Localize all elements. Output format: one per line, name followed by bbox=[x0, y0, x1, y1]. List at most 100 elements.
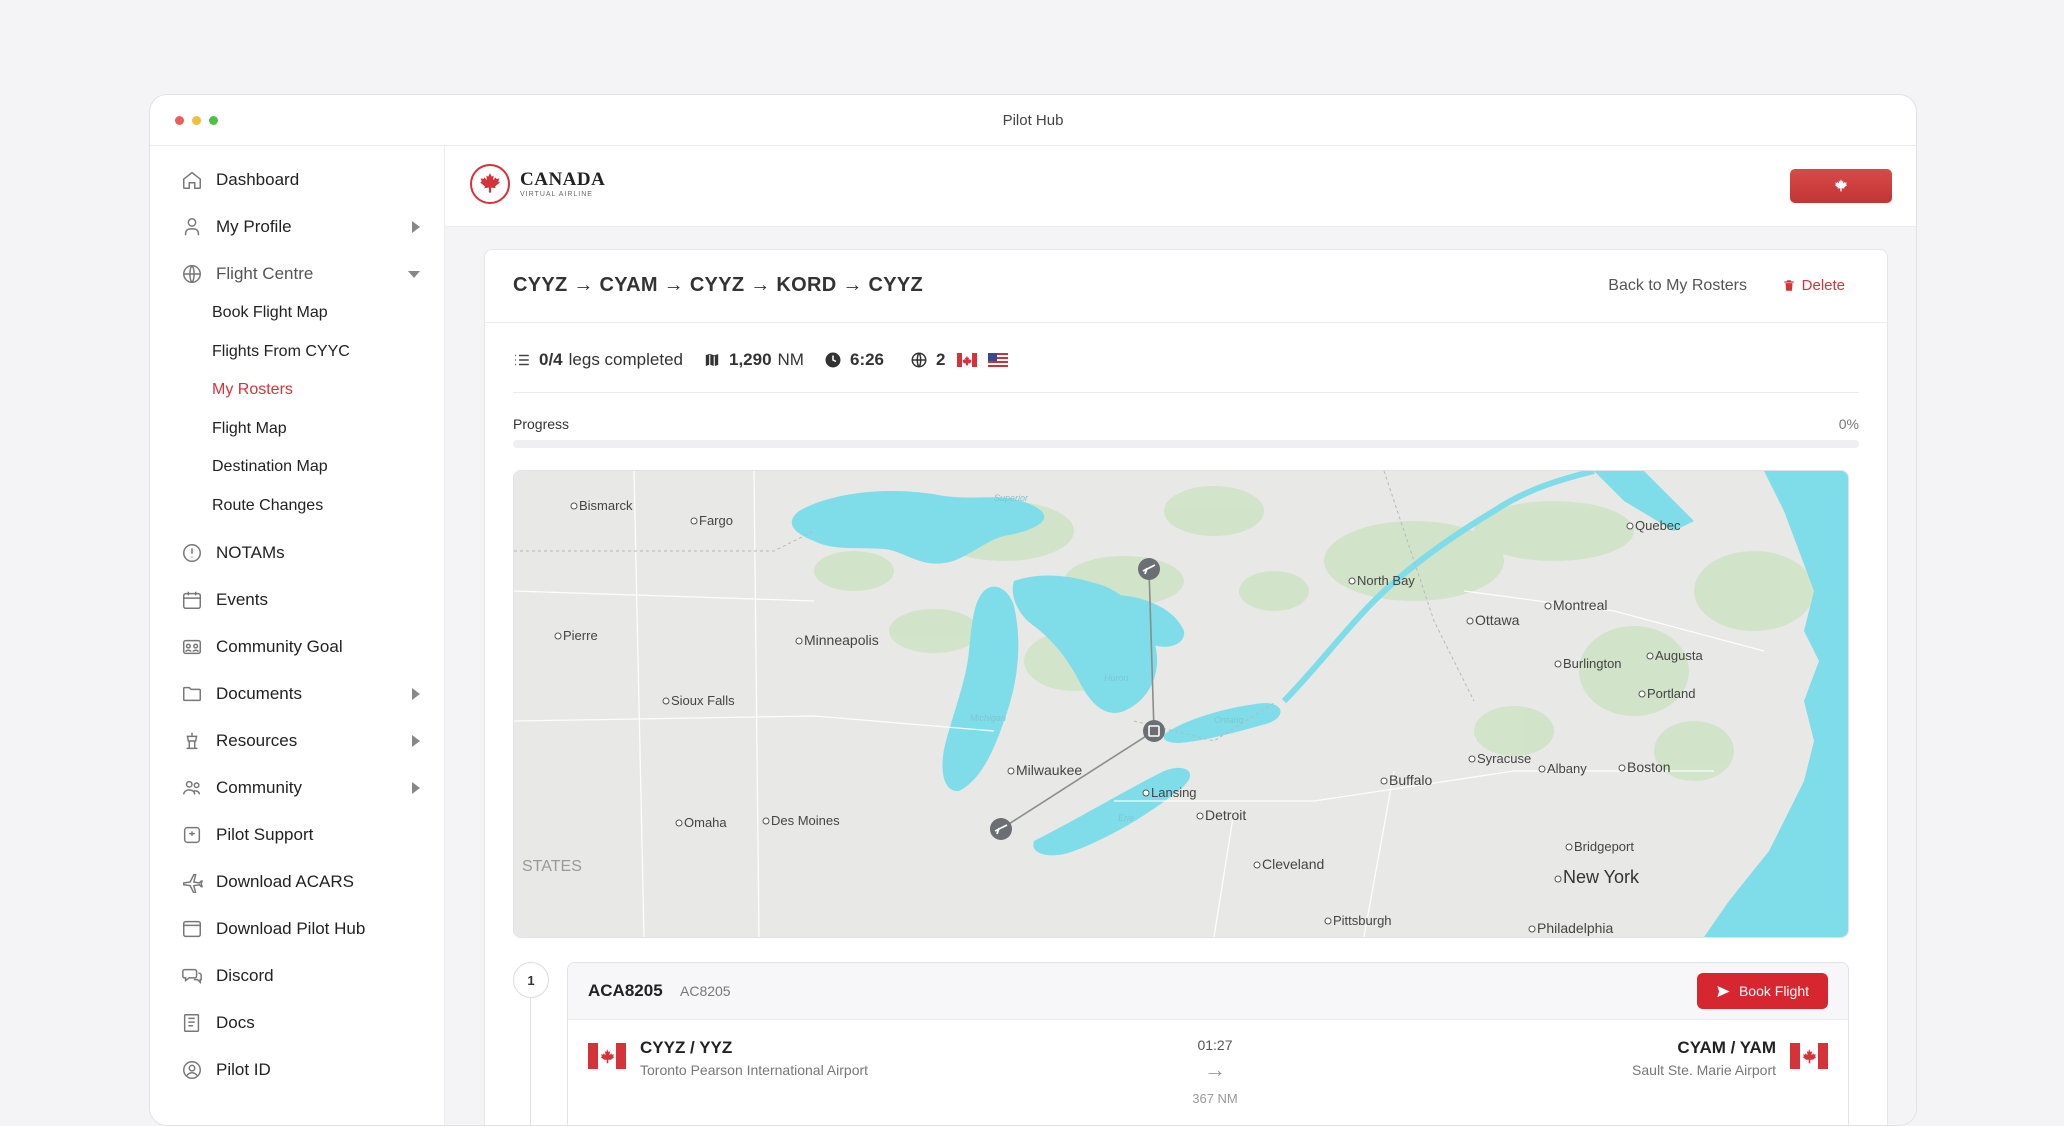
city-dot bbox=[762, 817, 770, 825]
tools-icon bbox=[180, 729, 204, 753]
book-flight-button[interactable]: Book Flight bbox=[1697, 973, 1828, 1009]
legs-completed-label: legs completed bbox=[568, 350, 683, 369]
plane-icon bbox=[180, 870, 204, 894]
sidebar-item-pilot-id[interactable]: Pilot ID bbox=[180, 1055, 420, 1085]
city-dot bbox=[1348, 577, 1356, 585]
city-dot bbox=[1646, 652, 1654, 660]
sidebar-item-label: Docs bbox=[216, 1013, 255, 1032]
folder-icon bbox=[180, 682, 204, 706]
sidebar-item-download-acars[interactable]: Download ACARS bbox=[180, 867, 420, 897]
window-title: Pilot Hub bbox=[1002, 112, 1064, 129]
city-dot bbox=[1468, 755, 1476, 763]
city-label: Cleveland bbox=[1262, 856, 1324, 872]
sidebar-item-label: Pilot Support bbox=[216, 825, 314, 844]
book-icon bbox=[180, 1011, 204, 1035]
sidebar-item-discord[interactable]: Discord bbox=[180, 961, 420, 991]
leg-duration: 01:27 bbox=[1197, 1037, 1233, 1053]
chevron-right-icon bbox=[412, 735, 420, 747]
legs-completed-value: 0/4 bbox=[539, 350, 563, 369]
sidebar-item-docs[interactable]: Docs bbox=[180, 1008, 420, 1038]
city-label: Ottawa bbox=[1475, 612, 1520, 628]
city-dot bbox=[554, 632, 562, 640]
app-window: Pilot Hub Dashboard My Profile Flight Ce… bbox=[149, 94, 1917, 1126]
progress-percent: 0% bbox=[1838, 416, 1859, 432]
sidebar-item-label: My Profile bbox=[216, 217, 292, 236]
map-icon bbox=[704, 352, 720, 368]
alert-icon bbox=[180, 541, 204, 565]
sidebar-item-community-goal[interactable]: Community Goal bbox=[180, 632, 420, 662]
city-dot bbox=[1380, 777, 1388, 785]
legs-stat: 0/4 legs completed bbox=[513, 350, 683, 370]
divider bbox=[513, 392, 1859, 393]
city-label: New York bbox=[1563, 867, 1640, 887]
city-label: Albany bbox=[1547, 761, 1587, 776]
city-label: Portland bbox=[1647, 686, 1695, 701]
sidebar-item-documents[interactable]: Documents bbox=[180, 679, 420, 709]
brand-logo[interactable]: CANADA VIRTUAL AIRLINE bbox=[470, 164, 605, 204]
sidebar-item-flight-centre[interactable]: Flight Centre bbox=[180, 259, 420, 289]
city-dot bbox=[1554, 875, 1562, 883]
leg-header: ACA8205 AC8205 Book Flight bbox=[568, 963, 1848, 1020]
sidebar-subitem-route-changes[interactable]: Route Changes bbox=[212, 497, 323, 515]
city-dot bbox=[1565, 843, 1573, 851]
city-label: Milwaukee bbox=[1016, 762, 1082, 778]
sidebar-subitem-my-rosters[interactable]: My Rosters bbox=[212, 381, 293, 399]
delete-label: Delete bbox=[1801, 277, 1845, 294]
sidebar-item-label: Flight Centre bbox=[216, 264, 314, 283]
sidebar-item-label: Download ACARS bbox=[216, 872, 354, 891]
leg-connector bbox=[530, 997, 531, 1125]
send-icon bbox=[1717, 985, 1730, 997]
sidebar-subitem-book-flight-map[interactable]: Book Flight Map bbox=[212, 304, 328, 322]
canada-flag-icon bbox=[588, 1043, 626, 1069]
sidebar-item-label: Discord bbox=[216, 966, 274, 985]
sidebar-item-label: Community bbox=[216, 778, 302, 797]
distance-stat: 1,290 NM bbox=[703, 350, 804, 370]
goal-icon bbox=[180, 635, 204, 659]
sidebar-item-notams[interactable]: NOTAMs bbox=[180, 538, 420, 568]
sidebar-item-my-profile[interactable]: My Profile bbox=[180, 212, 420, 242]
leg-number: 1 bbox=[513, 962, 549, 998]
duration-value: 6:26 bbox=[849, 350, 885, 369]
trash-icon bbox=[1783, 280, 1794, 291]
canada-flag-icon bbox=[957, 353, 978, 367]
language-flag-button[interactable] bbox=[1790, 169, 1892, 203]
usa-flag-icon bbox=[988, 353, 1009, 367]
sidebar-subitem-flight-map[interactable]: Flight Map bbox=[212, 420, 287, 438]
sidebar-item-download-pilot-hub[interactable]: Download Pilot Hub bbox=[180, 914, 420, 944]
sidebar-item-resources[interactable]: Resources bbox=[180, 726, 420, 756]
globe-icon bbox=[180, 262, 204, 286]
departure-code: CYYZ / YYZ bbox=[640, 1038, 733, 1057]
sidebar-item-dashboard[interactable]: Dashboard bbox=[180, 165, 420, 195]
sidebar-subitem-flights-from-cyyc[interactable]: Flights From CYYC bbox=[212, 343, 350, 361]
city-label: Lansing bbox=[1151, 785, 1197, 800]
airport-marker-cyam[interactable] bbox=[1138, 558, 1160, 580]
city-dot bbox=[1324, 917, 1332, 925]
city-dot bbox=[570, 502, 578, 510]
sidebar-item-pilot-support[interactable]: Pilot Support bbox=[180, 820, 420, 850]
delete-button[interactable]: Delete bbox=[1782, 277, 1845, 294]
route-map[interactable]: Bismarck Fargo Pierre Minneapolis Sioux Fall… bbox=[513, 470, 1849, 938]
progress-label: Progress bbox=[513, 416, 570, 432]
main-content: CYYZ → CYAM → CYYZ → KORD → CYYZ Back to… bbox=[445, 227, 1916, 1125]
airport-marker-cyyz[interactable] bbox=[1143, 720, 1165, 742]
chat-icon bbox=[180, 964, 204, 988]
city-label: Syracuse bbox=[1477, 751, 1531, 766]
city-dot bbox=[1554, 660, 1562, 668]
city-dot bbox=[1142, 789, 1150, 797]
sidebar-item-label: NOTAMs bbox=[216, 543, 285, 562]
back-to-rosters-link[interactable]: Back to My Rosters bbox=[1608, 277, 1747, 295]
city-dot bbox=[1544, 602, 1552, 610]
distance-unit: NM bbox=[777, 350, 804, 369]
city-label: Des Moines bbox=[771, 813, 840, 828]
airport-marker-kord[interactable] bbox=[990, 818, 1012, 840]
city-dot bbox=[1196, 812, 1204, 820]
sidebar-item-events[interactable]: Events bbox=[180, 585, 420, 615]
arrival-airport: Sault Ste. Marie Airport bbox=[1632, 1062, 1776, 1078]
city-label: Philadelphia bbox=[1537, 920, 1613, 936]
clock-icon bbox=[825, 352, 841, 368]
people-icon bbox=[180, 776, 204, 800]
sidebar-item-community[interactable]: Community bbox=[180, 773, 420, 803]
sidebar-subitem-destination-map[interactable]: Destination Map bbox=[212, 458, 328, 476]
map-canvas[interactable]: Bismarck Fargo Pierre Minneapolis Sioux Fall… bbox=[514, 471, 1848, 937]
region-label: STATES bbox=[522, 858, 582, 875]
